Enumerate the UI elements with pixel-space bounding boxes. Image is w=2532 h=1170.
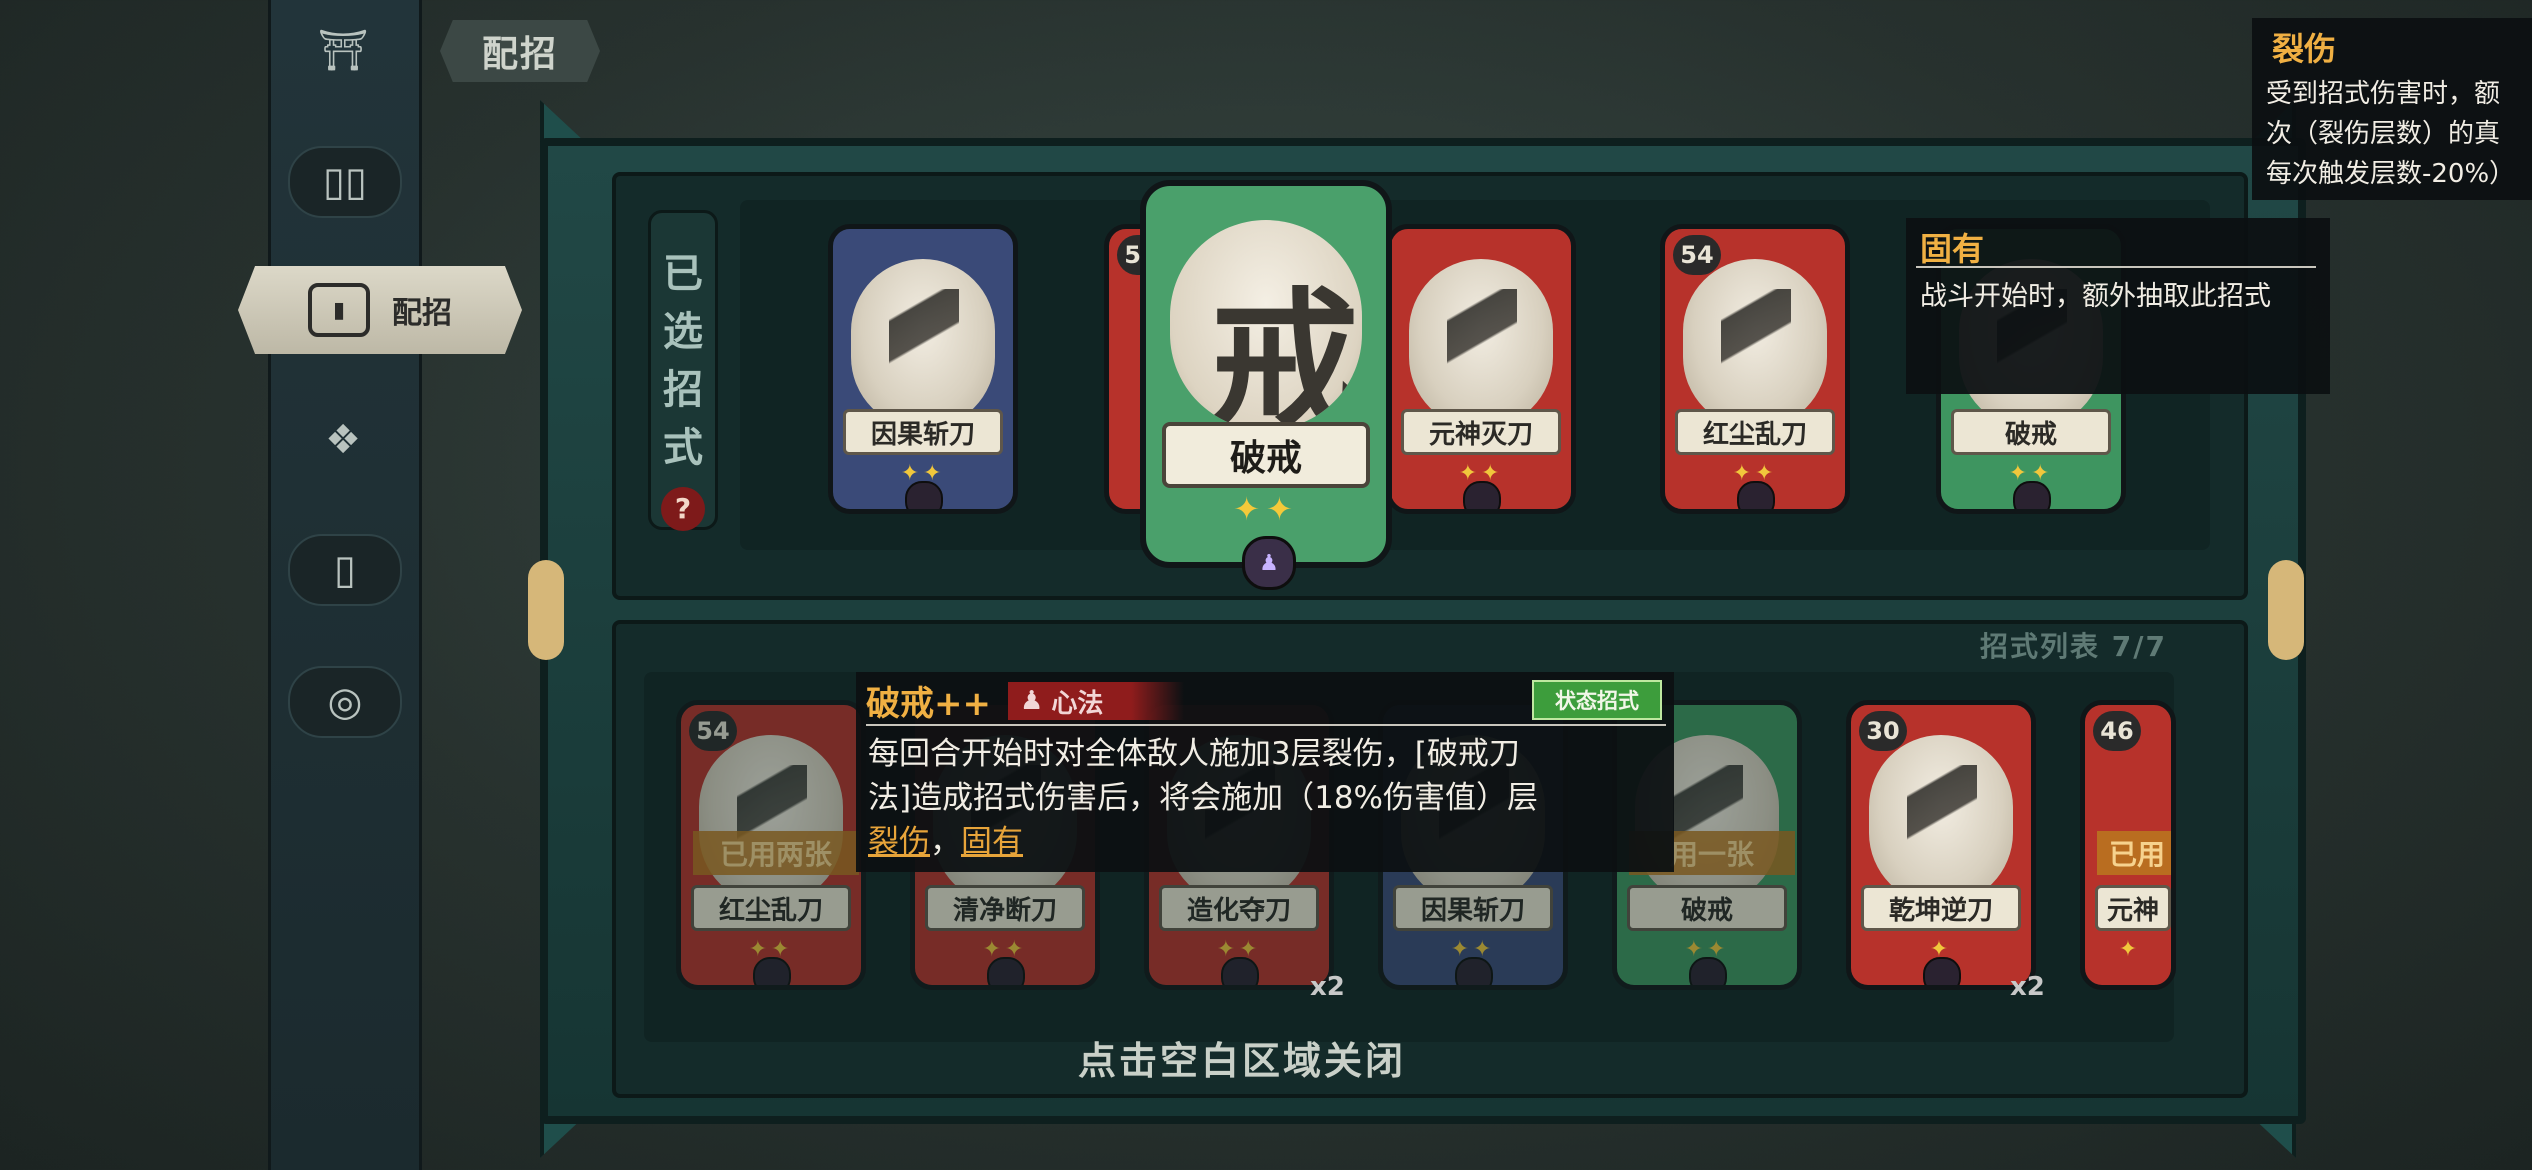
list-card[interactable]: 54 已用两张 红尘乱刀 ✦✦: [676, 700, 866, 990]
nav-item-deck[interactable]: ▮ 配招: [238, 266, 522, 354]
nav-item-deck-label: 配招: [392, 296, 452, 331]
card-name: 红尘乱刀: [691, 885, 851, 931]
category-label: 心法: [1051, 688, 1104, 719]
type-icon: [905, 481, 943, 509]
type-icon: [1923, 957, 1961, 985]
card-name: 元神灭刀: [1401, 409, 1561, 455]
card-name: 红尘乱刀: [1675, 409, 1835, 455]
deck-icon: ▮: [308, 283, 370, 337]
crest-icon[interactable]: ❖: [288, 406, 398, 474]
left-knob: [528, 560, 564, 660]
card-count: x2: [1310, 972, 1345, 1002]
body-line: 每次触发层数-20%）: [2266, 159, 2516, 189]
body-line: 受到招式伤害时，额: [2266, 79, 2501, 109]
type-icon: [2013, 481, 2051, 509]
list-card[interactable]: 46 已用 元神 ✦: [2080, 700, 2176, 990]
card-stars: ✦: [2118, 937, 2142, 962]
card-art: [1683, 259, 1827, 429]
card-name: 因果斩刀: [1393, 885, 1553, 931]
type-icon: [1463, 481, 1501, 509]
type-icon: [1221, 957, 1259, 985]
card-cost: 30: [1859, 711, 1907, 751]
body-line: 法]造成招式伤害后，将会施加（18%伤害值）层: [868, 780, 1538, 816]
card-slot-icon[interactable]: ▯: [288, 534, 402, 606]
card-name: 元神: [2095, 885, 2171, 931]
page-title: 配招: [440, 20, 600, 82]
card-cost: 54: [1673, 235, 1721, 275]
divider: [866, 724, 1666, 726]
close-hint[interactable]: 点击空白区域关闭: [1078, 1030, 1406, 1085]
label-char: 式: [663, 425, 703, 471]
card-name: 清净断刀: [925, 885, 1085, 931]
selected-card[interactable]: 因果斩刀 ✦✦: [828, 224, 1018, 514]
keyword-link-bleed[interactable]: 裂伤: [868, 824, 930, 860]
label-char: 招: [663, 367, 703, 413]
list-card[interactable]: 30 乾坤逆刀 ✦: [1846, 700, 2036, 990]
used-tag: 已用: [2097, 831, 2171, 875]
tooltip-body: 受到招式伤害时，额 次（裂伤层数）的真 每次触发层数-20%）: [2266, 74, 2532, 194]
body-line: 裂伤，固有: [868, 820, 1664, 864]
tooltip-title: 破戒++: [866, 684, 991, 724]
featured-card[interactable]: 戒 破戒 ✦✦ ♟: [1140, 180, 1392, 590]
card-name: 破戒: [1627, 885, 1787, 931]
move-list-count: 招式列表 7/7: [1980, 630, 2167, 663]
tooltip-title: 固有: [1920, 230, 1985, 268]
card-art: [699, 735, 843, 905]
status-badge: 状态招式: [1532, 680, 1662, 720]
keyword-link-intrinsic[interactable]: 固有: [961, 824, 1023, 860]
type-icon: [1737, 481, 1775, 509]
label-char: 选: [663, 309, 703, 355]
cards-icon[interactable]: ▯▯: [288, 146, 402, 218]
tooltip-body: 战斗开始时，额外抽取此招式: [1920, 281, 2271, 312]
card-art: [1409, 259, 1553, 429]
card-cost: 46: [2093, 711, 2141, 751]
selected-moves-label: 已 选 招 式 ?: [648, 210, 718, 531]
help-button[interactable]: ?: [661, 487, 705, 531]
intrinsic-tooltip: 固有 战斗开始时，额外抽取此招式: [1906, 218, 2330, 394]
label-char: 已: [663, 251, 703, 297]
card-name: 破戒: [1951, 409, 2111, 455]
card-name: 造化夺刀: [1159, 885, 1319, 931]
card-name: 乾坤逆刀: [1861, 885, 2021, 931]
card-name: 因果斩刀: [843, 409, 1003, 455]
bleed-tooltip: 裂伤 受到招式伤害时，额 次（裂伤层数）的真 每次触发层数-20%）: [2252, 18, 2532, 200]
divider: [1916, 266, 2316, 268]
pavilion-icon[interactable]: ⛩: [288, 16, 398, 84]
card-detail-tooltip: 破戒++ ♟ 心法 状态招式 每回合开始时对全体敌人施加3层裂伤，[破戒刀 法]…: [856, 672, 1674, 872]
body-line: 每回合开始时对全体敌人施加3层裂伤，[破戒刀: [868, 736, 1520, 772]
type-icon: [1455, 957, 1493, 985]
card-art: [1869, 735, 2013, 905]
selected-card[interactable]: 54 红尘乱刀 ✦✦: [1660, 224, 1850, 514]
type-icon: [753, 957, 791, 985]
selected-card[interactable]: 元神灭刀 ✦✦: [1386, 224, 1576, 514]
type-icon: [1689, 957, 1727, 985]
type-icon: [987, 957, 1025, 985]
tooltip-body: 每回合开始时对全体敌人施加3层裂伤，[破戒刀 法]造成招式伤害后，将会施加（18…: [868, 732, 1664, 864]
separator: ，: [930, 824, 961, 860]
tooltip-title: 裂伤: [2272, 30, 2337, 68]
mind-method-icon: ♟: [1020, 686, 1044, 716]
card-count: x2: [2010, 972, 2045, 1002]
card-glyph: 戒: [1210, 273, 1361, 430]
card-art: 戒: [1170, 220, 1362, 430]
category-tag: ♟ 心法: [1008, 682, 1184, 720]
orb-icon[interactable]: ◎: [288, 666, 402, 738]
card-cost: 54: [689, 711, 737, 751]
card-stars: ✦✦: [1233, 490, 1299, 528]
body-line: 次（裂伤层数）的真: [2266, 119, 2501, 149]
mind-method-icon: ♟: [1242, 536, 1296, 590]
right-knob: [2268, 560, 2304, 660]
card-art: [851, 259, 995, 429]
used-tag: 已用两张: [693, 831, 859, 875]
card-name: 破戒: [1162, 422, 1370, 488]
